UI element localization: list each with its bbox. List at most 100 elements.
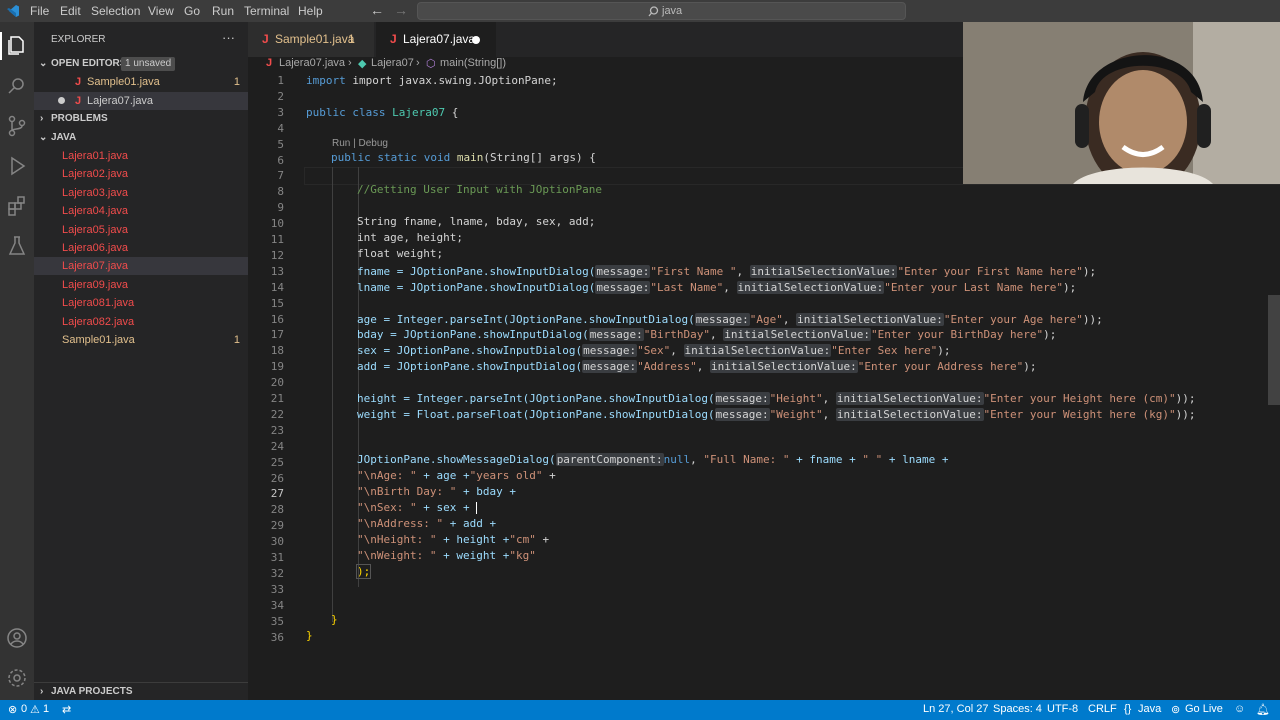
- file-item[interactable]: Lajera05.java: [34, 221, 248, 239]
- java-file-icon: J: [75, 95, 82, 107]
- java-file-icon: J: [75, 76, 82, 88]
- file-name: Lajera082.java: [62, 315, 135, 328]
- notifications-bell-icon[interactable]: 🔔︎: [1256, 703, 1270, 716]
- warning-count[interactable]: 1: [43, 703, 49, 715]
- chevron-right-icon: ›: [40, 113, 44, 124]
- file-name: Lajera02.java: [62, 168, 129, 181]
- line-number: 3: [277, 105, 284, 119]
- code-line-7: //Getting User Input with JOptionPane: [357, 183, 603, 196]
- menu-selection[interactable]: Selection: [91, 4, 140, 18]
- indentation[interactable]: Spaces: 4: [993, 703, 1042, 715]
- go-live-button[interactable]: Go Live: [1185, 703, 1223, 715]
- extensions-icon[interactable]: [5, 194, 29, 218]
- file-item[interactable]: Lajera081.java: [34, 294, 248, 312]
- java-file-icon: J: [390, 32, 397, 46]
- code-line-5: public static void main(String[] args) {: [331, 151, 596, 164]
- chevron-down-icon: ⌄: [39, 58, 48, 69]
- cursor-position[interactable]: Ln 27, Col 27: [923, 703, 988, 715]
- breadcrumb-method[interactable]: main(String[]): [440, 57, 506, 69]
- unsaved-dot-icon[interactable]: [472, 36, 480, 44]
- java-folder-header[interactable]: ⌄ JAVA: [34, 129, 248, 147]
- forward-arrow-icon[interactable]: →: [394, 2, 408, 18]
- java-file-icon: J: [262, 32, 269, 46]
- file-item[interactable]: Lajera01.java: [34, 147, 248, 165]
- breadcrumb-class[interactable]: Lajera07: [371, 57, 414, 69]
- editor-scrollbar[interactable]: [1268, 295, 1280, 405]
- source-control-icon[interactable]: [5, 114, 29, 138]
- code-line-21: height = Integer.parseInt(JOptionPane.sh…: [357, 392, 1196, 405]
- file-item[interactable]: Lajera04.java: [34, 202, 248, 220]
- code-line-9: String fname, lname, bday, sex, add;: [357, 215, 596, 228]
- line-number: 7: [277, 169, 284, 183]
- remote-sync-icon[interactable]: ⇄: [62, 703, 71, 716]
- line-number: 6: [277, 153, 284, 167]
- line-number: 26: [270, 471, 284, 485]
- line-number: 20: [270, 376, 284, 390]
- settings-gear-icon[interactable]: [5, 666, 29, 690]
- menu-run[interactable]: Run: [212, 4, 234, 18]
- line-number: 31: [270, 551, 284, 564]
- line-number: 4: [277, 121, 284, 135]
- line-number: 17: [270, 328, 284, 342]
- activity-bar: [0, 22, 34, 700]
- open-editor-item[interactable]: J Sample01.java 1: [34, 73, 248, 91]
- back-arrow-icon[interactable]: ←: [370, 2, 384, 18]
- code-line-19: add = JOptionPane.showInputDialog(messag…: [357, 360, 1037, 374]
- file-item[interactable]: Lajera07.java: [34, 257, 248, 276]
- line-number: 27: [270, 487, 284, 501]
- open-editors-header[interactable]: ⌄ OPEN EDITORS 1 unsaved: [34, 55, 248, 73]
- code-line-24: JOptionPane.showMessageDialog(parentComp…: [357, 453, 949, 466]
- line-number: 5: [277, 137, 284, 151]
- code-line-13: fname = JOptionPane.showInputDialog(mess…: [357, 264, 1097, 278]
- code-line-22: weight = Float.parseFloat(JOptionPane.sh…: [357, 407, 1196, 421]
- line-ending[interactable]: CRLF: [1088, 703, 1117, 715]
- tab-sample01[interactable]: J Sample01.java 1: [248, 22, 374, 57]
- menu-file[interactable]: File: [30, 4, 49, 18]
- open-editor-item[interactable]: J Lajera07.java: [34, 92, 248, 110]
- chevron-right-icon: ›: [40, 686, 44, 697]
- feedback-icon[interactable]: ☺: [1234, 703, 1245, 715]
- file-item[interactable]: Lajera06.java: [34, 239, 248, 257]
- line-number: 32: [270, 566, 284, 580]
- file-item[interactable]: Lajera03.java: [34, 184, 248, 202]
- explorer-icon[interactable]: [5, 34, 29, 58]
- webcam-overlay: [963, 22, 1280, 184]
- title-bar: File Edit Selection View Go Run Terminal…: [0, 0, 1280, 22]
- code-line-14: lname = JOptionPane.showInputDialog(mess…: [357, 280, 1077, 294]
- file-item[interactable]: Lajera082.java: [34, 313, 248, 331]
- menu-view[interactable]: View: [148, 4, 174, 18]
- file-item[interactable]: Lajera09.java: [34, 276, 248, 294]
- line-number: 25: [270, 455, 284, 469]
- line-number: 12: [270, 248, 284, 262]
- error-count[interactable]: 0: [21, 703, 27, 715]
- testing-icon[interactable]: [5, 234, 29, 258]
- account-icon[interactable]: [5, 626, 29, 650]
- menu-terminal[interactable]: Terminal: [244, 4, 289, 18]
- command-search[interactable]: java: [417, 2, 906, 20]
- search-icon[interactable]: [5, 74, 29, 98]
- warning-icon[interactable]: ⚠: [30, 703, 40, 716]
- menu-go[interactable]: Go: [184, 4, 200, 18]
- tab-lajera07[interactable]: J Lajera07.java: [376, 22, 496, 57]
- unsaved-dot-icon[interactable]: [58, 97, 65, 104]
- problems-header[interactable]: › PROBLEMS: [34, 110, 248, 128]
- method-icon: ⬡: [426, 58, 436, 70]
- java-projects-header[interactable]: › JAVA PROJECTS: [34, 682, 248, 701]
- line-number: 21: [270, 392, 284, 405]
- file-item[interactable]: Lajera02.java: [34, 165, 248, 183]
- code-line-26: "\nBirth Day: " + bday +: [357, 485, 516, 498]
- language-mode[interactable]: Java: [1138, 703, 1161, 715]
- file-item[interactable]: Sample01.java 1: [34, 331, 248, 349]
- more-actions-icon[interactable]: ···: [222, 30, 235, 45]
- breadcrumb-file[interactable]: Lajera07.java: [279, 57, 345, 69]
- text-cursor: [476, 502, 478, 514]
- error-icon[interactable]: ⊗: [8, 703, 17, 716]
- encoding[interactable]: UTF-8: [1047, 703, 1078, 715]
- code-line-27: "\nSex: " + sex +: [357, 501, 478, 514]
- menu-help[interactable]: Help: [298, 4, 323, 18]
- run-debug-codelens[interactable]: Run | Debug: [332, 138, 388, 149]
- line-number: 19: [270, 360, 284, 374]
- file-name: Lajera01.java: [62, 150, 129, 162]
- menu-edit[interactable]: Edit: [60, 4, 81, 18]
- run-debug-icon[interactable]: [5, 154, 29, 178]
